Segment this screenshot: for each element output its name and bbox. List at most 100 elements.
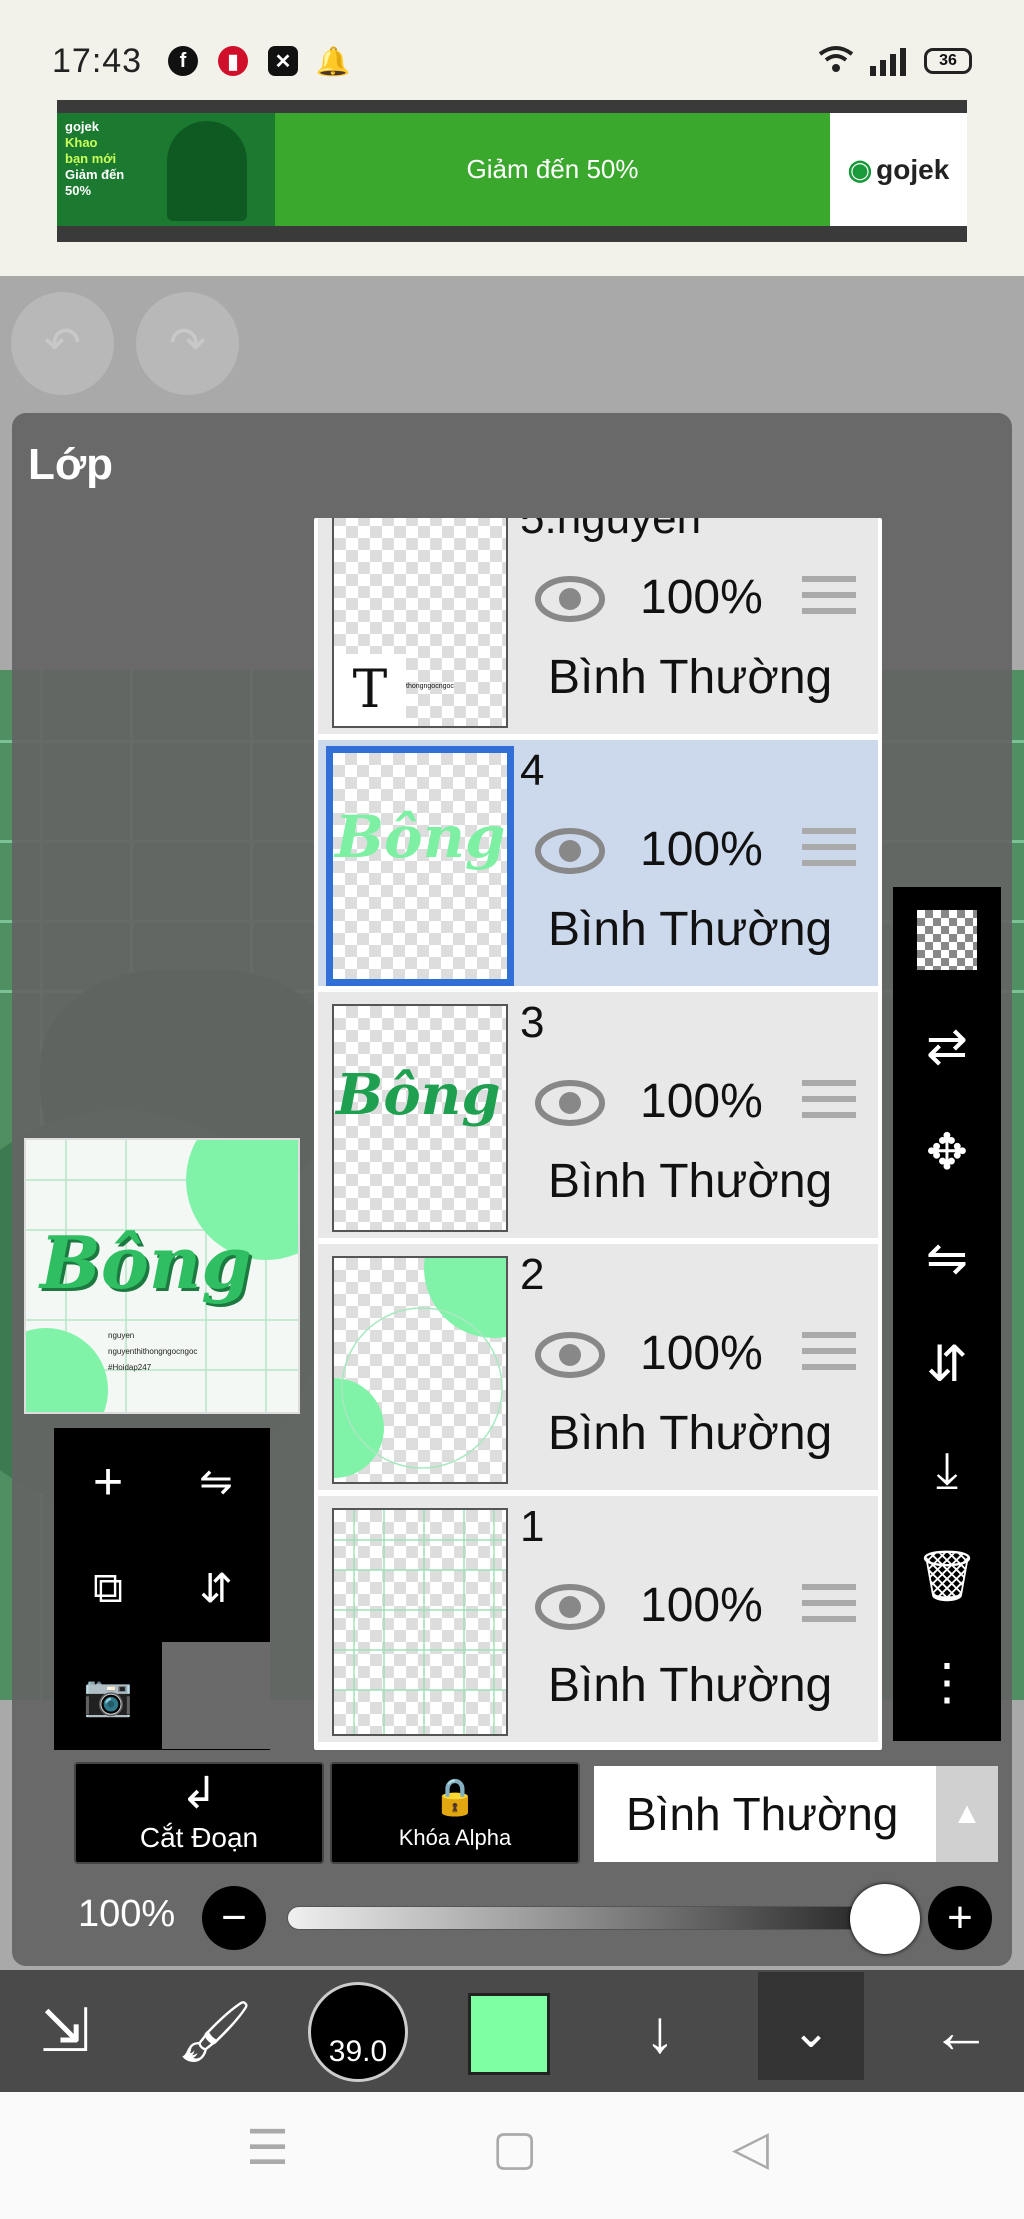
layer-actions-panel: + ⇋ ⧉ ⇵ 📷	[54, 1428, 270, 1750]
layer-name: 1	[520, 1502, 545, 1551]
eraser-swap-icon[interactable]: ⇲	[10, 1970, 120, 2092]
visibility-eye-icon[interactable]	[534, 1078, 606, 1128]
facebook-icon: f	[168, 46, 198, 76]
layer-thumbnail: Bông	[332, 1004, 508, 1232]
layer-row[interactable]: 1 100% Bình Thường	[318, 1496, 878, 1745]
visibility-eye-icon[interactable]	[534, 574, 606, 624]
layer-row[interactable]: T thongngocngoc 5:nguyen 100% Bình Thườn…	[318, 518, 878, 737]
trash-icon[interactable]: 🗑	[893, 1523, 1001, 1629]
ad-person-figure	[167, 121, 247, 221]
signal-icon	[868, 46, 908, 76]
flip-vertical-icon[interactable]: ⇵	[162, 1535, 270, 1642]
brush-icon[interactable]: 🖌	[160, 1970, 270, 2092]
layer-opacity: 100%	[640, 1579, 763, 1632]
layer-tools-panel: ⇄ ✥ ⇋ ⇵ ⤓ 🗑 ⋮	[893, 887, 1001, 1741]
panel-title: Lớp	[28, 440, 114, 489]
ad-left-line: gojek	[65, 119, 99, 134]
layer-row[interactable]: Bông 3 100% Bình Thường	[318, 992, 878, 1241]
duplicate-layer-button[interactable]: ⧉	[54, 1535, 162, 1642]
recent-apps-icon[interactable]: ☰	[246, 2120, 289, 2176]
layer-thumbnail-art: Bông	[335, 803, 506, 871]
swap-layer-icon[interactable]: ⇄	[893, 993, 1001, 1099]
red-app-icon: ▮	[218, 46, 248, 76]
clipping-button[interactable]: ↲ Cắt Đoạn	[74, 1762, 324, 1864]
visibility-eye-icon[interactable]	[534, 1330, 606, 1380]
chevron-up-icon[interactable]: ▲	[936, 1766, 998, 1862]
undo-button[interactable]: ↶	[11, 292, 114, 395]
layer-thumbnail-art: Bông	[336, 1062, 501, 1128]
lock-icon: 🔒	[432, 1776, 478, 1817]
capcut-icon: ✕	[268, 46, 298, 76]
more-options-icon[interactable]: ⋮	[893, 1629, 1001, 1735]
visibility-eye-icon[interactable]	[534, 1582, 606, 1632]
flip-vertical-icon[interactable]: ⇵	[893, 1311, 1001, 1417]
back-arrow-icon[interactable]: ←	[906, 1970, 1016, 2092]
canvas-preview[interactable]: Bông nguyen nguyenthithongngocngoc #Hoid…	[24, 1138, 300, 1414]
ad-left-line: Giảm đến	[65, 167, 125, 182]
layer-blend-mode: Bình Thường	[548, 651, 833, 704]
layer-row-selected[interactable]: Bông 4 100% Bình Thường	[318, 740, 878, 989]
layer-row[interactable]: 2 100% Bình Thường	[318, 1244, 878, 1493]
opacity-slider[interactable]	[287, 1906, 887, 1930]
add-layer-button[interactable]: +	[54, 1428, 162, 1535]
flip-horizontal-icon[interactable]: ⇋	[893, 1205, 1001, 1311]
layer-opacity: 100%	[640, 823, 763, 876]
drag-handle-icon[interactable]	[802, 1080, 856, 1126]
drag-handle-icon[interactable]	[802, 1332, 856, 1378]
ad-headline[interactable]: Giảm đến 50%	[275, 113, 830, 226]
alpha-lock-button[interactable]: 🔒 Khóa Alpha	[330, 1762, 580, 1864]
flip-horizontal-icon[interactable]: ⇋	[162, 1428, 270, 1535]
brush-size-button[interactable]: 39.0	[308, 1982, 408, 2082]
preview-art-text: Bông	[40, 1220, 252, 1305]
layer-name: 2	[520, 1250, 545, 1299]
double-chevron-down-icon[interactable]: ⌄	[758, 1970, 864, 2092]
home-icon[interactable]: ▢	[492, 2120, 537, 2176]
arrow-down-icon[interactable]: ↓	[610, 1970, 710, 2092]
opacity-label: 100%	[78, 1893, 176, 1935]
wifi-icon	[818, 44, 854, 74]
transparency-checker-icon[interactable]	[893, 887, 1001, 993]
ad-left-line: bạn mới	[65, 151, 117, 166]
layer-blend-mode: Bình Thường	[548, 903, 833, 956]
layer-blend-mode: Bình Thường	[548, 1407, 833, 1460]
back-icon[interactable]: ◁	[732, 2120, 769, 2176]
ad-image[interactable]: gojek Khao bạn mới Giảm đến 50%	[57, 113, 275, 226]
move-icon[interactable]: ✥	[893, 1099, 1001, 1205]
ad-brand-text: gojek	[876, 153, 950, 185]
layer-name: 5:nguyen	[520, 518, 702, 543]
opacity-increase-button[interactable]: +	[928, 1886, 992, 1950]
layer-thumbnail	[332, 1508, 508, 1736]
layer-thumbnail: T thongngocngoc	[332, 518, 508, 728]
battery-icon: 36	[924, 48, 972, 74]
layer-opacity: 100%	[640, 1075, 763, 1128]
status-time: 17:43	[52, 42, 143, 80]
layer-name: 4	[520, 746, 545, 795]
layer-list[interactable]: T thongngocngoc 5:nguyen 100% Bình Thườn…	[314, 518, 882, 1750]
layer-opacity: 100%	[640, 571, 763, 624]
clipping-label: Cắt Đoạn	[139, 1822, 259, 1853]
visibility-eye-icon[interactable]	[534, 826, 606, 876]
ad-brand-logo[interactable]: ◉ gojek	[830, 113, 967, 226]
drag-handle-icon[interactable]	[802, 828, 856, 874]
opacity-decrease-button[interactable]: −	[202, 1886, 266, 1950]
ad-left-line: 50%	[65, 183, 92, 198]
clip-arrow-icon: ↲	[180, 1769, 218, 1818]
ad-left-line: Khao	[65, 135, 98, 150]
notification-bell-icon: 🔔	[315, 45, 351, 77]
drag-handle-icon[interactable]	[802, 576, 856, 622]
layer-opacity: 100%	[640, 1327, 763, 1380]
opacity-slider-knob[interactable]	[850, 1884, 920, 1954]
layer-thumbnail	[332, 1256, 508, 1484]
blend-mode-select[interactable]: Bình Thường	[594, 1766, 936, 1862]
merge-down-icon[interactable]: ⤓	[893, 1417, 1001, 1523]
redo-button[interactable]: ↷	[136, 292, 239, 395]
camera-icon[interactable]: 📷	[54, 1642, 162, 1749]
layer-blend-mode: Bình Thường	[548, 1155, 833, 1208]
layer-name: 3	[520, 998, 545, 1047]
preview-small-text: nguyenthithongngocngoc	[108, 1347, 198, 1356]
layer-thumbnail-text: thongngocngoc	[406, 683, 454, 690]
drag-handle-icon[interactable]	[802, 1584, 856, 1630]
color-swatch[interactable]	[468, 1993, 550, 2075]
preview-small-text: nguyen	[108, 1331, 135, 1340]
text-layer-icon: T	[334, 654, 406, 726]
